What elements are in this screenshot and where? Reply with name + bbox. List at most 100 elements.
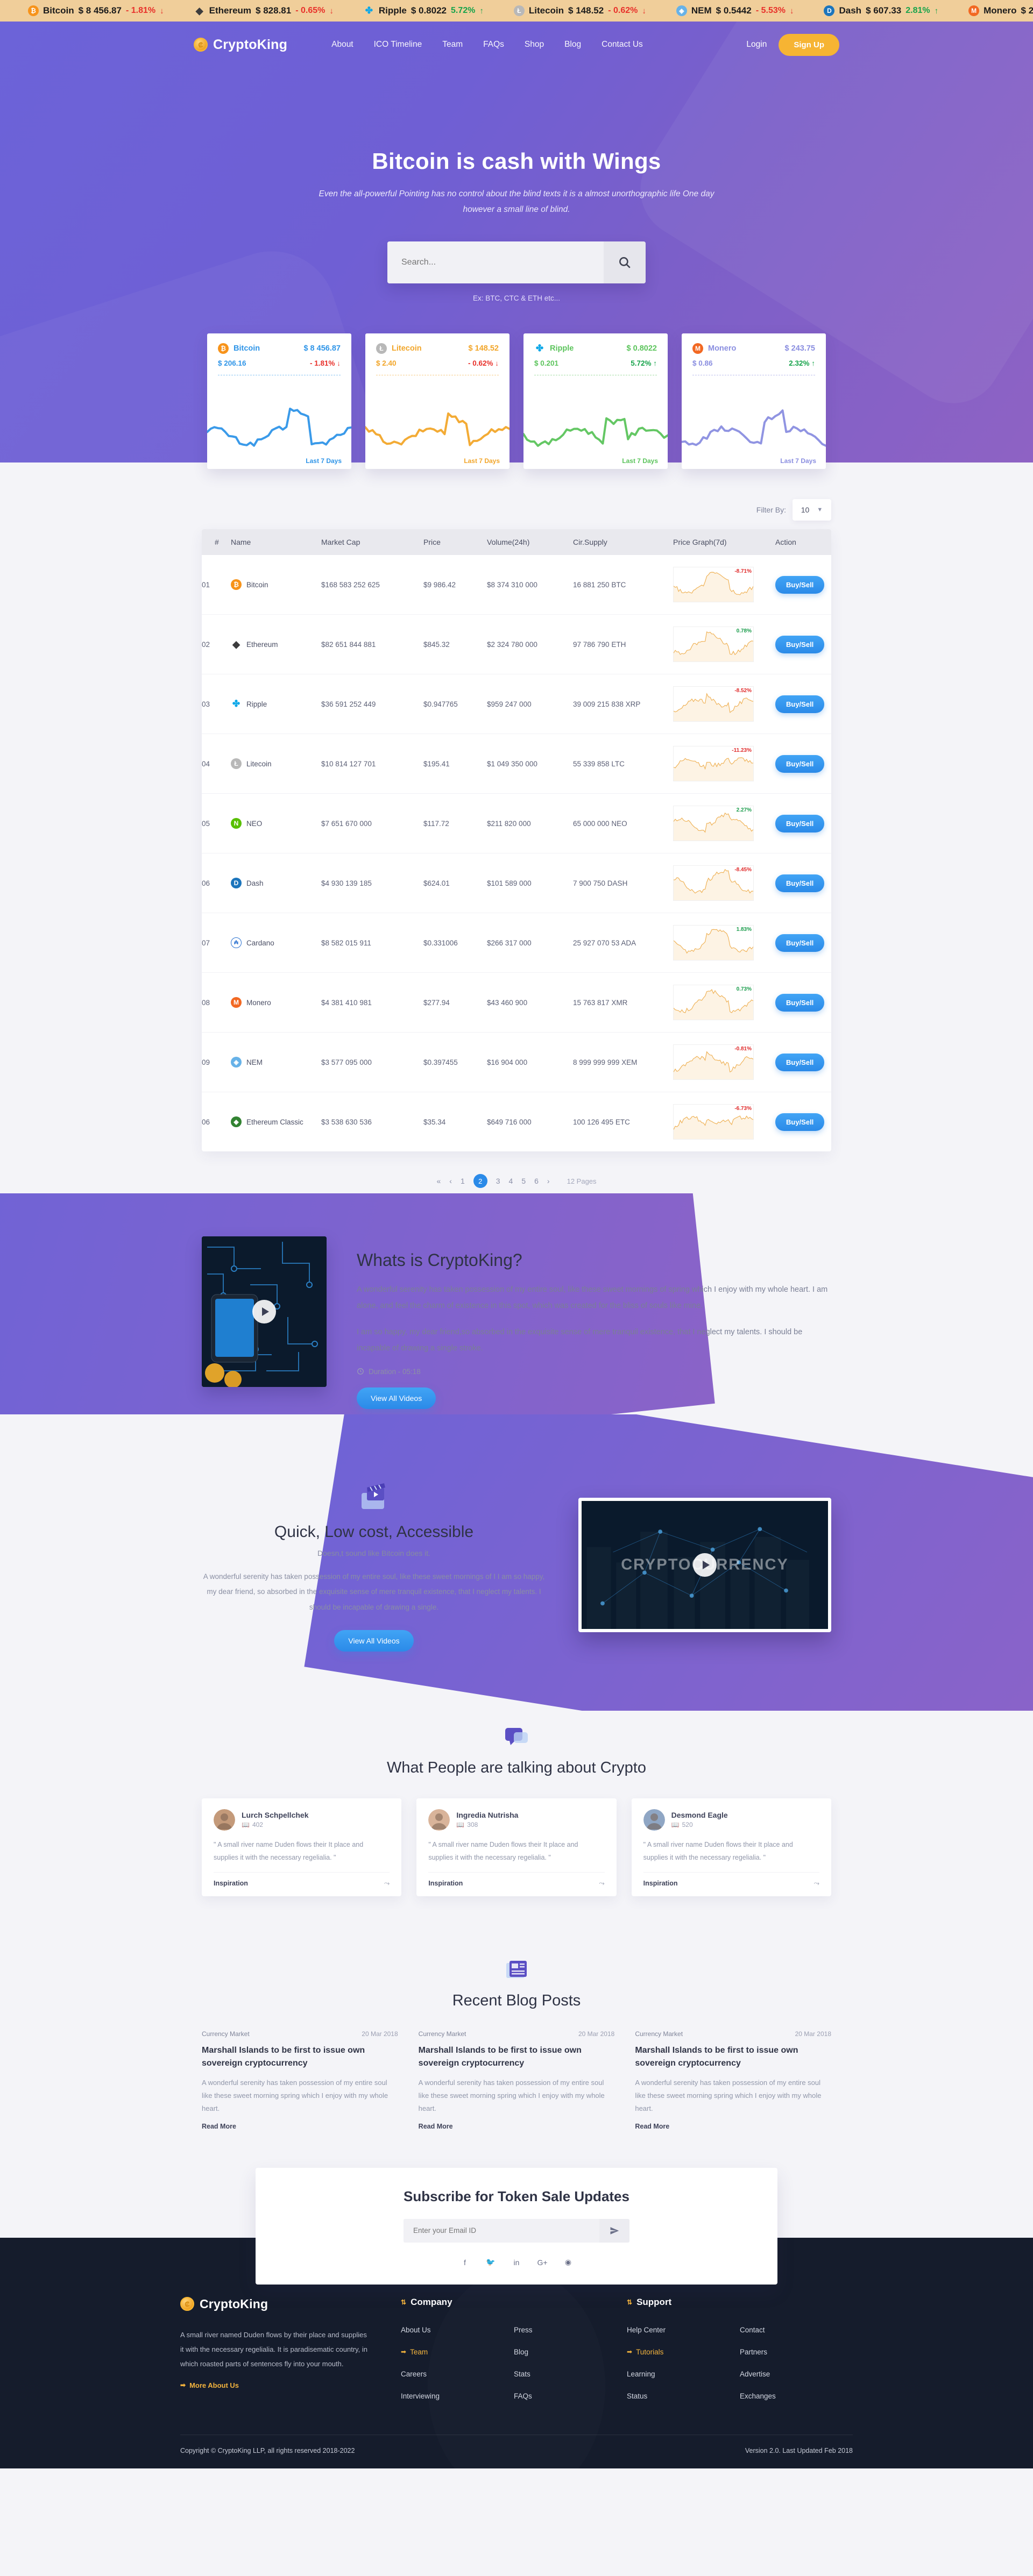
footer-link-tutorials[interactable]: ➡ Tutorials: [627, 2348, 740, 2356]
nav-link-about[interactable]: About: [331, 40, 353, 49]
buy-sell-button[interactable]: Buy/Sell: [775, 1053, 825, 1071]
pagination-page-5[interactable]: 5: [521, 1177, 526, 1185]
blog-category[interactable]: Currency Market: [635, 2030, 683, 2038]
quick-play-button[interactable]: [693, 1553, 717, 1577]
pagination-prev[interactable]: ‹: [449, 1177, 452, 1185]
table-row[interactable]: 03 ✤ Ripple $36 591 252 449 $0.947765 $95…: [202, 674, 831, 734]
nav-link-faqs[interactable]: FAQs: [483, 40, 504, 49]
footer-link-help-center[interactable]: Help Center: [627, 2326, 740, 2334]
subscribe-submit-button[interactable]: [599, 2218, 629, 2243]
footer-link-press[interactable]: Press: [514, 2326, 627, 2334]
footer-link-exchanges[interactable]: Exchanges: [740, 2392, 853, 2400]
footer-more-about-link[interactable]: ➡ More About Us: [180, 2381, 369, 2389]
table-row[interactable]: 04 Ł Litecoin $10 814 127 701 $195.41 $1 …: [202, 734, 831, 794]
buy-sell-button[interactable]: Buy/Sell: [775, 874, 825, 892]
pagination-first[interactable]: «: [436, 1177, 441, 1185]
pagination-page-3[interactable]: 3: [496, 1177, 500, 1185]
share-icon[interactable]: ⤳: [599, 1879, 604, 1888]
login-link[interactable]: Login: [746, 40, 767, 49]
table-header-row: # Name Market Cap Price Volume(24h) Cir.Suppl…: [202, 529, 831, 555]
table-row[interactable]: 02 ◆ Ethereum $82 651 844 881 $845.32 $2 …: [202, 614, 831, 674]
email-input[interactable]: [404, 2218, 599, 2243]
linkedin-icon[interactable]: in: [511, 2257, 522, 2268]
blog-post-title[interactable]: Marshall Islands to be first to issue ow…: [419, 2044, 615, 2070]
nav-link-blog[interactable]: Blog: [564, 40, 581, 49]
blog-read-more[interactable]: Read More: [635, 2123, 831, 2130]
price-card[interactable]: M Monero $ 243.75 $ 0.86 2.32% ↑ Last 7 D…: [682, 333, 826, 469]
blog-category[interactable]: Currency Market: [419, 2030, 466, 2038]
buy-sell-button[interactable]: Buy/Sell: [775, 934, 825, 952]
price-card[interactable]: Ł Litecoin $ 148.52 $ 2.40 - 0.62% ↓ Last…: [365, 333, 510, 469]
footer-link-learning[interactable]: Learning: [627, 2370, 740, 2378]
pagination-page-4[interactable]: 4: [509, 1177, 513, 1185]
google-plus-icon[interactable]: G+: [536, 2257, 548, 2268]
footer-link-interviewing[interactable]: Interviewing: [401, 2392, 514, 2400]
table-row[interactable]: 07 ₳ Cardano $8 582 015 911 $0.331006 $26…: [202, 913, 831, 973]
footer-link-partners[interactable]: Partners: [740, 2348, 853, 2356]
share-icon[interactable]: ⤳: [384, 1879, 390, 1888]
pagination-next[interactable]: ›: [547, 1177, 550, 1185]
ticker-item[interactable]: ✤ Ripple $ 0.8022 5.72% ↑: [349, 5, 499, 16]
footer-link-advertise[interactable]: Advertise: [740, 2370, 853, 2378]
nav-link-contact-us[interactable]: Contact Us: [602, 40, 643, 49]
footer-link-blog[interactable]: Blog: [514, 2348, 627, 2356]
table-row[interactable]: 01 ₿ Bitcoin $168 583 252 625 $9 986.42 $…: [202, 555, 831, 615]
footer-link-team[interactable]: ➡ Team: [401, 2348, 514, 2356]
footer-link-stats[interactable]: Stats: [514, 2370, 627, 2378]
footer-brand-logo[interactable]: ₡ CryptoKing: [180, 2297, 369, 2311]
blog-post-title[interactable]: Marshall Islands to be first to issue ow…: [202, 2044, 398, 2070]
table-row[interactable]: 06 D Dash $4 930 139 185 $624.01 $101 589…: [202, 853, 831, 913]
whatis-video-thumb[interactable]: [202, 1236, 327, 1387]
table-row[interactable]: 05 N NEO $7 651 670 000 $117.72 $211 820 …: [202, 793, 831, 853]
table-row[interactable]: 06 ◆ Ethereum Classic $3 538 630 536 $35.…: [202, 1092, 831, 1152]
nav-link-team[interactable]: Team: [442, 40, 463, 49]
filter-select[interactable]: 10 ▼: [793, 499, 831, 521]
ticker-item[interactable]: D Dash $ 607.33 2.81% ↑: [809, 5, 953, 16]
footer-link-about-us[interactable]: About Us: [401, 2326, 514, 2334]
ticker-item[interactable]: ◈ NEM $ 0.5442 - 5.53% ↓: [661, 5, 809, 16]
search-button[interactable]: [604, 241, 646, 283]
quick-view-all-videos-button[interactable]: View All Videos: [334, 1629, 414, 1652]
dribbble-icon[interactable]: ◉: [562, 2257, 574, 2268]
play-button[interactable]: [252, 1300, 276, 1323]
search-input[interactable]: [387, 241, 604, 283]
facebook-icon[interactable]: f: [459, 2257, 471, 2268]
pagination-page-6[interactable]: 6: [534, 1177, 539, 1185]
footer-link-faqs[interactable]: FAQs: [514, 2392, 627, 2400]
signup-button[interactable]: Sign Up: [779, 33, 839, 56]
ticker-item[interactable]: ◆ Ethereum $ 828.81 - 0.65% ↓: [179, 5, 349, 16]
buy-sell-button[interactable]: Buy/Sell: [775, 814, 825, 832]
price-card[interactable]: ₿ Bitcoin $ 8 456.87 $ 206.16 - 1.81% ↓ L…: [207, 333, 351, 469]
buy-sell-button[interactable]: Buy/Sell: [775, 993, 825, 1012]
buy-sell-button[interactable]: Buy/Sell: [775, 755, 825, 773]
quick-video-thumb[interactable]: CRYPTOCURRENCY: [578, 1498, 831, 1633]
row-supply: 7 900 750 DASH: [573, 853, 673, 913]
footer-link-careers[interactable]: Careers: [401, 2370, 514, 2378]
footer-link-status[interactable]: Status: [627, 2392, 740, 2400]
blog-post-title[interactable]: Marshall Islands to be first to issue ow…: [635, 2044, 831, 2070]
nav-link-shop[interactable]: Shop: [525, 40, 544, 49]
price-card[interactable]: ✤ Ripple $ 0.8022 $ 0.201 5.72% ↑ Last 7 …: [523, 333, 668, 469]
brand-logo[interactable]: ₡ CryptoKing: [194, 37, 287, 53]
pagination-page-2[interactable]: 2: [473, 1174, 487, 1188]
table-row[interactable]: 09 ◈ NEM $3 577 095 000 $0.397455 $16 904…: [202, 1032, 831, 1092]
blog-read-more[interactable]: Read More: [419, 2123, 615, 2130]
ticker-item[interactable]: ₿ Bitcoin $ 8 456.87 - 1.81% ↓: [13, 5, 179, 16]
footer-link-contact[interactable]: Contact: [740, 2326, 853, 2334]
buy-sell-button[interactable]: Buy/Sell: [775, 695, 825, 713]
blog-category[interactable]: Currency Market: [202, 2030, 250, 2038]
table-row[interactable]: 08 M Monero $4 381 410 981 $277.94 $43 46…: [202, 972, 831, 1033]
whatis-view-all-videos-button[interactable]: View All Videos: [357, 1387, 436, 1409]
share-icon[interactable]: ⤳: [814, 1879, 819, 1888]
buy-sell-button[interactable]: Buy/Sell: [775, 575, 825, 594]
pagination-page-1[interactable]: 1: [461, 1177, 465, 1185]
buy-sell-button[interactable]: Buy/Sell: [775, 1113, 825, 1131]
ticker-item[interactable]: M Monero $ 243.75 2.32% ↑: [953, 5, 1033, 16]
footer-support-title: ⇅ Support: [627, 2297, 853, 2308]
buy-sell-button[interactable]: Buy/Sell: [775, 635, 825, 653]
nav-link-ico-timeline[interactable]: ICO Timeline: [374, 40, 422, 49]
blog-read-more[interactable]: Read More: [202, 2123, 398, 2130]
twitter-icon[interactable]: 🐦: [485, 2257, 497, 2268]
ticker-item[interactable]: Ł Litecoin $ 148.52 - 0.62% ↓: [499, 5, 661, 16]
table-body: 01 ₿ Bitcoin $168 583 252 625 $9 986.42 $…: [202, 555, 831, 1151]
